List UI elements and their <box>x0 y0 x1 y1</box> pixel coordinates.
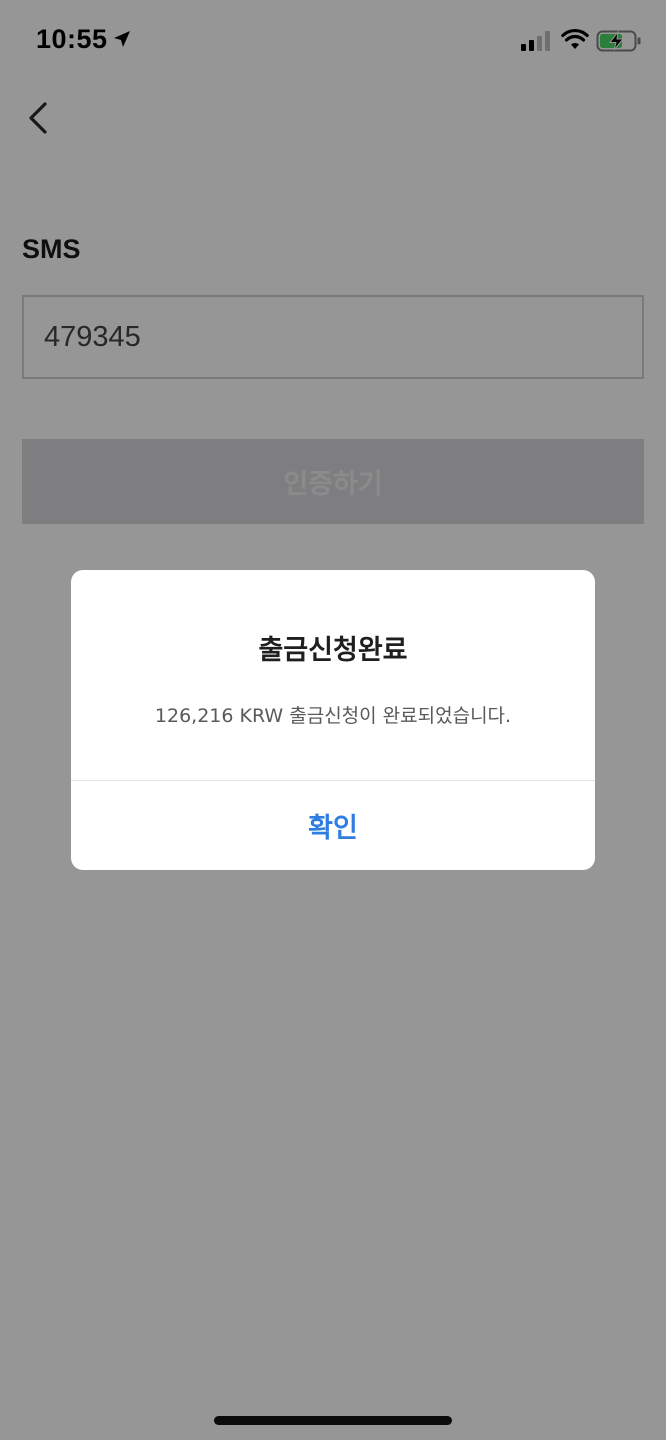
home-indicator <box>214 1416 452 1425</box>
dialog-message: 126,216 KRW 출금신청이 완료되었습니다. <box>154 705 512 727</box>
dialog-title: 출금신청완료 <box>258 635 408 666</box>
confirm-button[interactable]: 확인 <box>71 781 595 870</box>
